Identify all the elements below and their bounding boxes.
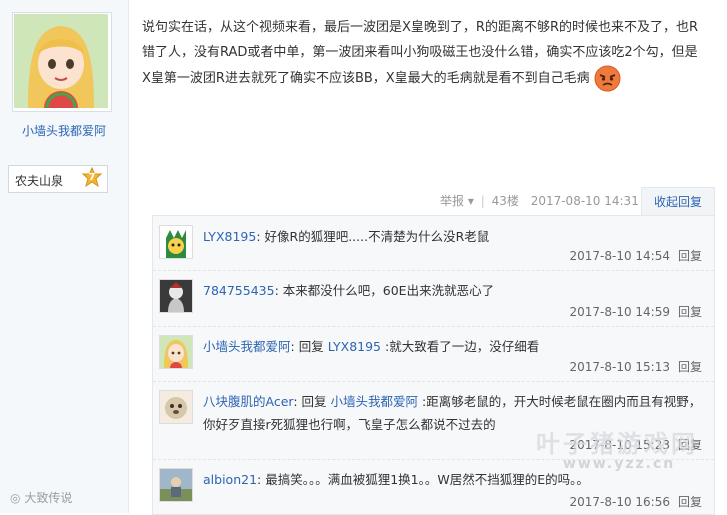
author-sidebar: 小墙头我都爱阿 农夫山泉 7 ◎ 大致传说 [0, 0, 129, 513]
fan-badge[interactable]: 农夫山泉 7 [8, 165, 108, 193]
reply-username[interactable]: 小墙头我都爱阿 [203, 339, 291, 354]
brand-watermark-url: www.yzz.cn [563, 456, 676, 472]
reply-item: LYX8195: 好像R的狐狸吧.....不清楚为什么没R老鼠 2017-8-1… [153, 216, 714, 271]
post-tail: 举报 ▾ | 43楼 2017-08-10 14:31 [440, 194, 639, 208]
reply-avatar[interactable] [159, 279, 193, 313]
reply-text: : 最搞笑。。。满血被狐狸1换1。。W居然不挡狐狸的E的吗。。 [257, 472, 589, 487]
reply-body: 784755435: 本来都没什么吧，60E出来洗就恶心了 [203, 279, 703, 302]
reply-meta: 2017-8-10 14:54 回复 [569, 247, 702, 264]
badge-level-icon: 7 [81, 166, 103, 189]
reply-body: LYX8195: 好像R的狐狸吧.....不清楚为什么没R老鼠 [203, 225, 703, 248]
reply-button[interactable]: 回复 [678, 360, 702, 374]
reply-button[interactable]: 回复 [678, 305, 702, 319]
reply-username[interactable]: LYX8195 [203, 229, 256, 244]
left-watermark-text: 大致传说 [24, 491, 73, 505]
collapse-replies-button[interactable]: 收起回复 [641, 187, 715, 216]
author-avatar[interactable] [12, 12, 112, 112]
reply-target-username[interactable]: 小墙头我都爱阿 [331, 394, 419, 409]
reply-item: 784755435: 本来都没什么吧，60E出来洗就恶心了 2017-8-10 … [153, 270, 714, 327]
reply-avatar[interactable] [159, 225, 193, 259]
reply-button[interactable]: 回复 [678, 495, 702, 509]
badge-level-number: 7 [88, 172, 96, 183]
reply-item: 小墙头我都爱阿: 回复 LYX8195 :就大致看了一边，没仔细看 2017-8… [153, 326, 714, 382]
reply-body: 小墙头我都爱阿: 回复 LYX8195 :就大致看了一边，没仔细看 [203, 335, 703, 358]
reply-meta: 2017-8-10 16:56 回复 [569, 493, 702, 510]
reply-username[interactable]: 八块腹肌的Acer [203, 394, 293, 409]
left-watermark: ◎ 大致传说 [10, 489, 72, 506]
reply-target-username[interactable]: LYX8195 [328, 339, 381, 354]
reply-username[interactable]: 784755435 [203, 283, 275, 298]
angry-face-icon [594, 65, 621, 92]
report-link[interactable]: 举报 [440, 194, 464, 208]
author-name-link[interactable]: 小墙头我都爱阿 [0, 122, 128, 139]
reply-prefix: : 回复 [290, 339, 328, 354]
reply-meta: 2017-8-10 15:13 回复 [569, 358, 702, 375]
reply-time: 2017-8-10 14:54 [569, 249, 670, 263]
reply-text: :就大致看了一边，没仔细看 [381, 339, 540, 354]
reply-time: 2017-8-10 15:13 [569, 360, 670, 374]
reply-avatar[interactable] [159, 335, 193, 369]
badge-name: 农夫山泉 [15, 174, 64, 188]
weibo-icon: ◎ [10, 491, 21, 505]
reply-time: 2017-8-10 14:59 [569, 305, 670, 319]
reply-avatar[interactable] [159, 390, 193, 424]
brand-watermark: 叶子猪游戏网 [536, 430, 698, 458]
post-time: 2017-08-10 14:31 [530, 194, 639, 208]
reply-username[interactable]: albion21 [203, 472, 257, 487]
reply-meta: 2017-8-10 14:59 回复 [569, 303, 702, 320]
reply-avatar[interactable] [159, 468, 193, 502]
reply-time: 2017-8-10 16:56 [569, 495, 670, 509]
reply-text: : 本来都没什么吧，60E出来洗就恶心了 [274, 283, 495, 298]
floor-number: 43楼 [491, 194, 519, 208]
post-content: 说句实在话，从这个视频来看，最后一波团是X皇晚到了，R的距离不够R的时候也来不及… [142, 16, 702, 92]
reply-button[interactable]: 回复 [678, 249, 702, 263]
reply-prefix: : 回复 [293, 394, 331, 409]
chevron-down-icon[interactable]: ▾ [468, 194, 474, 208]
reply-text: : 好像R的狐狸吧.....不清楚为什么没R老鼠 [256, 229, 490, 244]
